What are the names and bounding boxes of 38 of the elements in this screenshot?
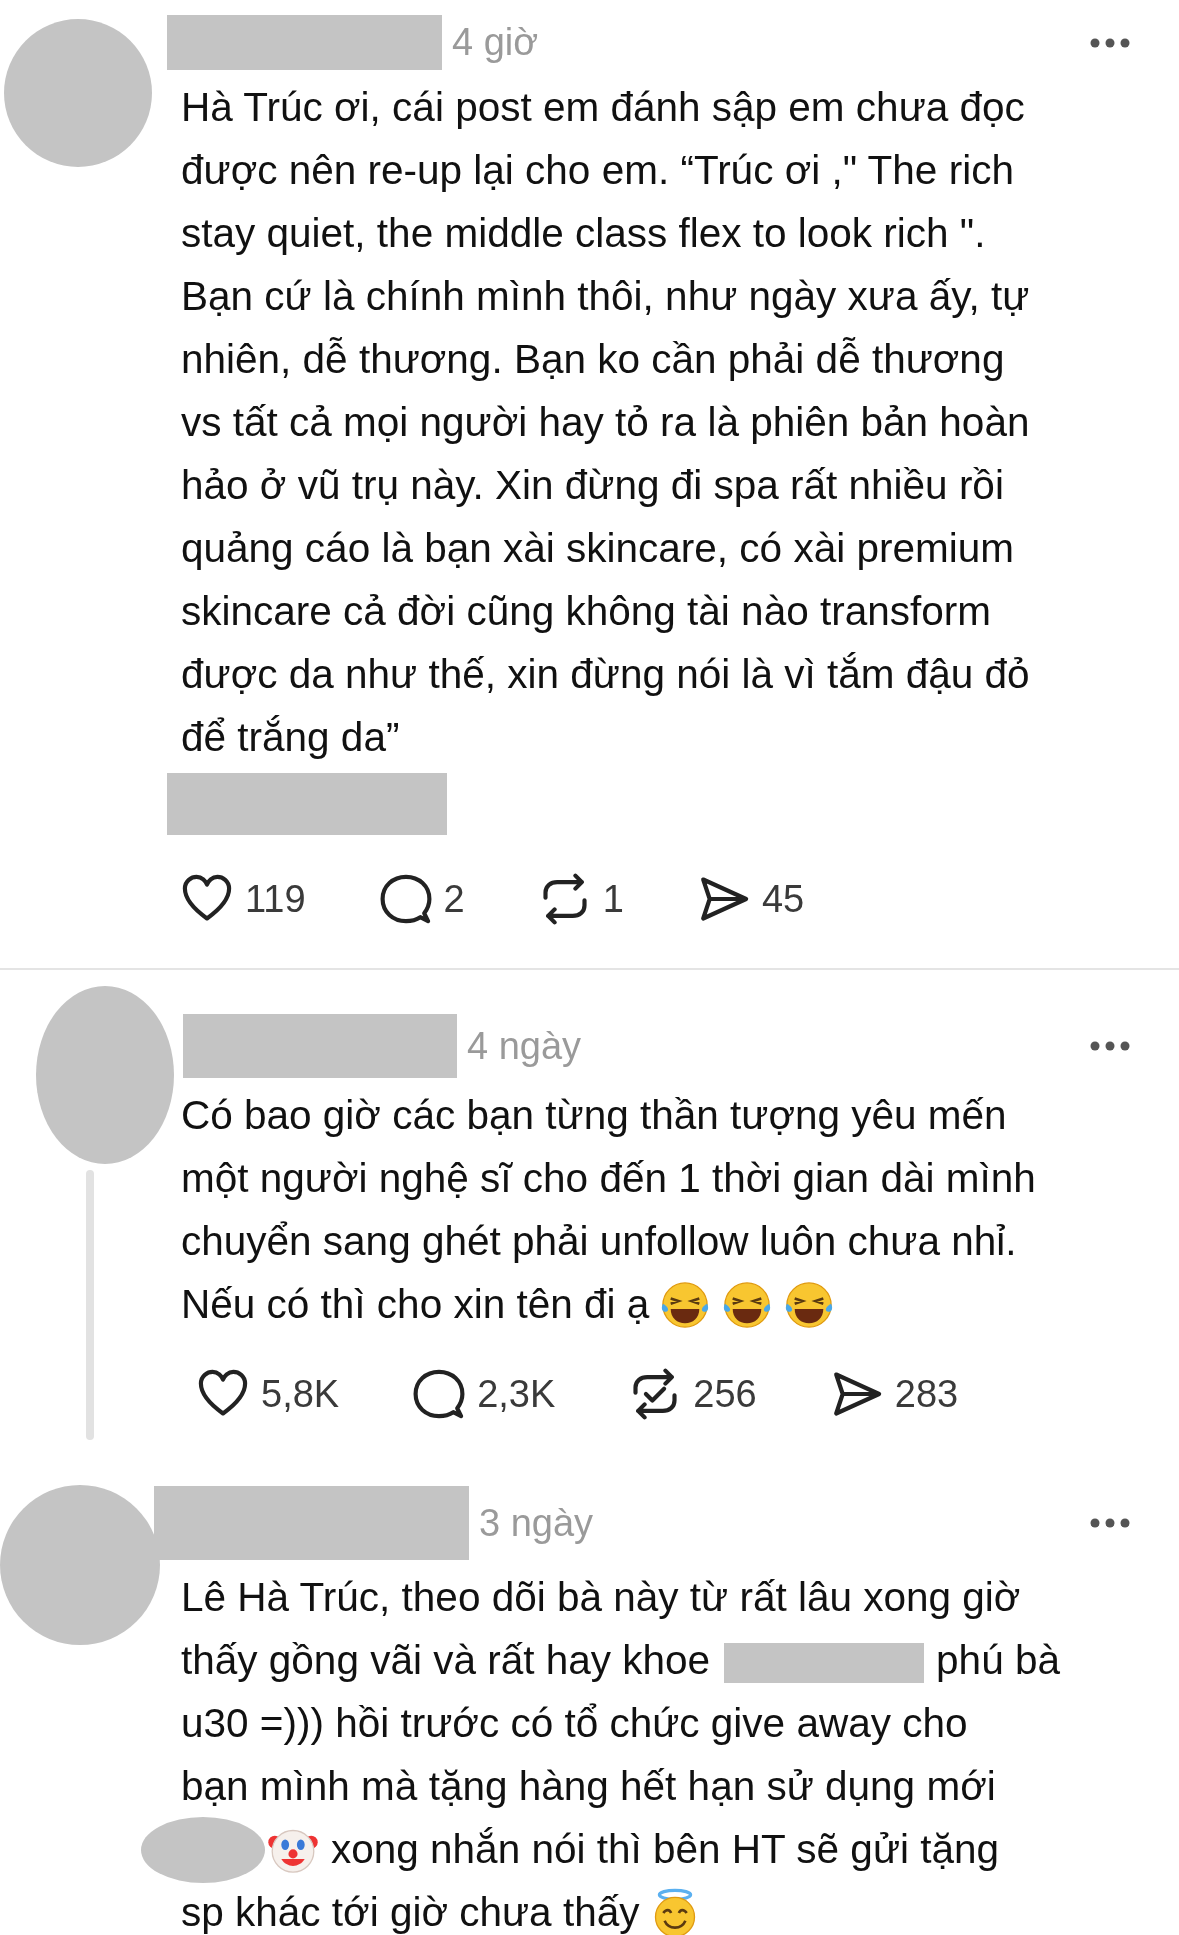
post-text: một người nghệ sĩ cho đến 1 thời gian dài mình: [181, 1155, 1036, 1202]
post-text: Hà Trúc ơi, cái post em đánh sập em chưa đọc: [181, 84, 1025, 131]
like-button[interactable]: 119: [181, 873, 306, 925]
post-text: Lê Hà Trúc, theo dõi bà này từ rất lâu xong giờ: [181, 1574, 1021, 1621]
post-time: 3 ngày: [479, 1501, 595, 1545]
post-text: hảo ở vũ trụ này. Xin đừng đi spa rất nhiều rồi: [181, 462, 1004, 509]
post-text: skincare cả đời cũng không tài nào transform: [181, 588, 991, 635]
reply-button[interactable]: 2,3K: [413, 1368, 556, 1420]
speech-bubble-icon: [379, 873, 432, 925]
post-text: chuyển sang ghét phải unfollow luôn chưa nhỉ.: [181, 1218, 1017, 1265]
post-text: Nếu có thì cho xin tên đi ạ: [181, 1281, 650, 1328]
post-time: 4 ngày: [467, 1024, 583, 1068]
post-text: quảng cáo là bạn xài skincare, có xài premium: [181, 525, 1014, 572]
post-text: thấy gồng vãi và rất hay khoe: [181, 1637, 711, 1684]
post-text: sp khác tới giờ chưa thấy: [181, 1889, 640, 1935]
post-text: để trắng da”: [181, 714, 400, 761]
post-text: Có bao giờ các bạn từng thần tượng yêu mến: [181, 1092, 1007, 1139]
post-text: được da như thế, xin đừng nói là vì tắm đậu đỏ: [181, 651, 1030, 698]
post-text: stay quiet, the middle class flex to look rich ".: [181, 210, 986, 257]
post-text: u30 =))) hồi trước có tổ chức give away cho: [181, 1700, 968, 1747]
post-text: phú bà: [936, 1637, 1060, 1684]
speech-bubble-icon: [413, 1368, 466, 1420]
post-text: bạn mình mà tặng hàng hết hạn sử dụng mới: [181, 1763, 996, 1810]
post-text: nhiên, dễ thương. Bạn ko cần phải dễ thương: [181, 336, 1005, 383]
share-button[interactable]: 283: [830, 1368, 959, 1420]
more-icon[interactable]: [1089, 1517, 1131, 1529]
post-text: Bạn cứ là chính mình thôi, như ngày xưa ấy, tự: [181, 273, 1030, 320]
post-time: 4 giờ: [452, 21, 540, 64]
post-text: được nên re-up lại cho em. “Trúc ơi ," The rich: [181, 147, 1014, 194]
like-button[interactable]: 5,8K: [197, 1368, 340, 1420]
more-icon[interactable]: [1089, 36, 1131, 49]
share-button[interactable]: 45: [697, 873, 805, 925]
post-text: xong nhắn nói thì bên HT sẽ gửi tặng: [331, 1826, 1000, 1873]
repost-button[interactable]: 1: [538, 873, 624, 925]
post-text: vs tất cả mọi người hay tỏ ra là phiên bản hoàn: [181, 399, 1030, 446]
repost-button[interactable]: 256: [629, 1368, 757, 1420]
more-icon[interactable]: [1089, 1040, 1131, 1052]
reply-button[interactable]: 2: [379, 873, 465, 925]
